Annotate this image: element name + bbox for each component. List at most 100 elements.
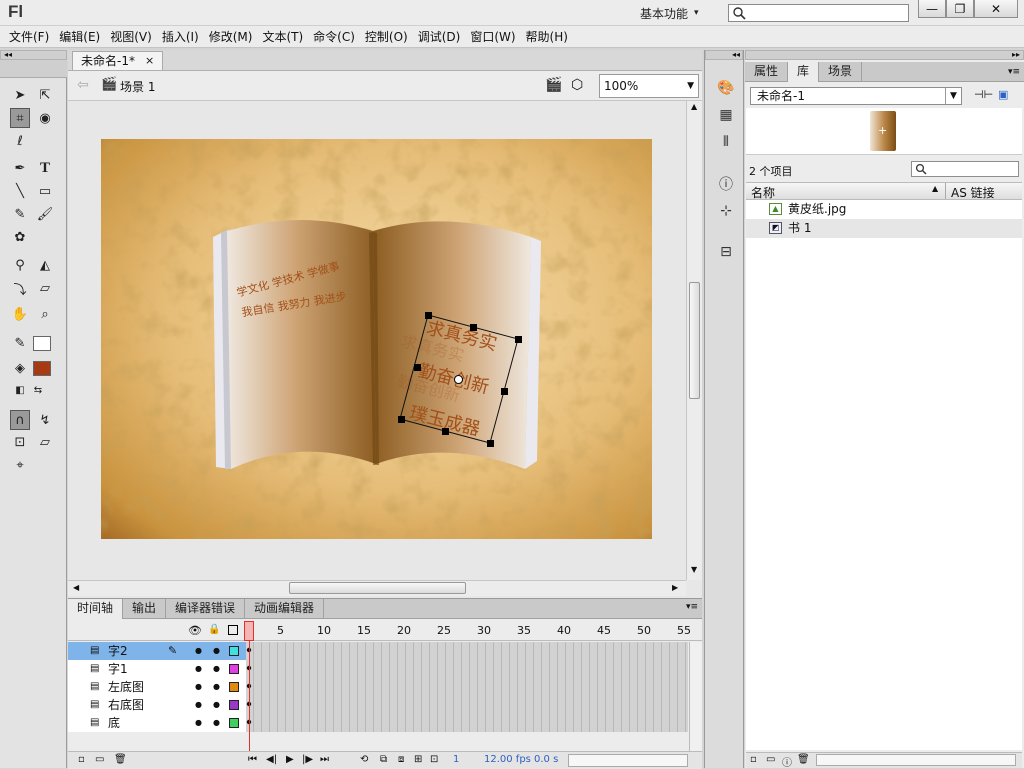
text-tool-icon[interactable]: T bbox=[35, 158, 55, 178]
visibility-dot[interactable]: ● bbox=[195, 696, 202, 714]
new-folder-icon[interactable]: ▭ bbox=[766, 754, 775, 765]
properties-icon[interactable]: ⓘ bbox=[782, 754, 792, 769]
scroll-down-icon[interactable]: ▼ bbox=[691, 565, 697, 574]
rotate-skew-icon[interactable]: ⊡ bbox=[10, 432, 30, 452]
info-panel-icon[interactable]: ⓘ bbox=[716, 174, 736, 194]
menu-item-0[interactable]: 文件(F) bbox=[4, 26, 54, 48]
new-symbol-icon[interactable]: ▫ bbox=[750, 754, 757, 765]
layer-name[interactable]: 字2 bbox=[108, 642, 128, 660]
snap-to-objects-icon[interactable]: ∩ bbox=[10, 410, 30, 430]
visibility-dot[interactable]: ● bbox=[195, 660, 202, 678]
outline-icon[interactable] bbox=[228, 625, 238, 635]
scroll-right-icon[interactable]: ▶ bbox=[672, 583, 678, 592]
document-tab[interactable]: 未命名-1* × bbox=[72, 51, 164, 70]
restore-button[interactable]: ❐ bbox=[946, 0, 974, 18]
library-hscroll[interactable] bbox=[816, 754, 1016, 766]
panel-collapse-strip[interactable]: ▸▸ bbox=[745, 50, 1024, 60]
menu-item-1[interactable]: 编辑(E) bbox=[54, 26, 105, 48]
lock-dot[interactable]: ● bbox=[213, 678, 220, 696]
layer-frames[interactable] bbox=[246, 642, 688, 660]
layer-name[interactable]: 左底图 bbox=[108, 678, 144, 696]
new-folder-icon[interactable]: ▭ bbox=[95, 754, 104, 765]
pen-tool-icon[interactable]: ✒ bbox=[10, 158, 30, 178]
transform-handle-t[interactable] bbox=[470, 324, 477, 331]
panel-tab-1[interactable]: 库 bbox=[788, 61, 820, 82]
timeline-hscroll[interactable] bbox=[568, 754, 688, 767]
library-item[interactable]: ◩ 书 1 bbox=[746, 219, 1022, 238]
panel-menu-icon[interactable]: ▾≡ bbox=[1008, 67, 1020, 77]
paint-bucket-tool-icon[interactable]: ◭ bbox=[35, 255, 55, 275]
visibility-dot[interactable]: ● bbox=[195, 678, 202, 696]
pin-library-icon[interactable]: ⊣⊢ bbox=[974, 88, 993, 101]
layer-frames[interactable] bbox=[246, 660, 688, 678]
components-panel-icon[interactable]: ⊟ bbox=[716, 242, 736, 262]
layer-name[interactable]: 字1 bbox=[108, 660, 128, 678]
timeline-vscroll[interactable] bbox=[689, 642, 702, 752]
free-transform-tool-icon[interactable]: ⌗ bbox=[10, 108, 30, 128]
panel-tab-2[interactable]: 场景 bbox=[819, 61, 863, 82]
transform-handle-l[interactable] bbox=[414, 364, 421, 371]
playhead-marker[interactable] bbox=[244, 621, 254, 641]
last-frame-icon[interactable]: ⏭ bbox=[320, 754, 329, 765]
smooth-icon[interactable]: ↯ bbox=[35, 410, 55, 430]
layer-outline-color[interactable] bbox=[229, 718, 239, 728]
frame-rate[interactable]: 12.00 fps bbox=[484, 754, 531, 765]
lasso-tool-icon[interactable]: ℓ bbox=[10, 131, 30, 151]
transform-handle-bl[interactable] bbox=[398, 416, 405, 423]
subselection-tool-icon[interactable]: ⇱ bbox=[35, 85, 55, 105]
selection-tool-icon[interactable]: ➤ bbox=[10, 85, 30, 105]
scroll-up-icon[interactable]: ▲ bbox=[691, 102, 697, 111]
scale-icon[interactable]: ▱ bbox=[35, 432, 55, 452]
brush-tool-icon[interactable]: 🖌 bbox=[35, 204, 55, 224]
vertical-scroll-thumb[interactable] bbox=[689, 282, 700, 399]
lock-dot[interactable]: ● bbox=[213, 642, 220, 660]
eyedropper-tool-icon[interactable]: ⤵ bbox=[10, 278, 30, 298]
swap-colors-icon[interactable]: ⇆ bbox=[28, 380, 48, 400]
new-layer-icon[interactable]: ▫ bbox=[78, 754, 85, 765]
delete-icon[interactable]: 🗑 bbox=[797, 754, 810, 765]
prev-frame-icon[interactable]: ◀| bbox=[266, 754, 277, 765]
stroke-color-swatch[interactable] bbox=[33, 336, 51, 351]
horizontal-scroll-thumb[interactable] bbox=[289, 582, 466, 594]
lock-dot[interactable]: ● bbox=[213, 714, 220, 732]
visibility-dot[interactable]: ● bbox=[195, 714, 202, 732]
minimize-button[interactable]: — bbox=[918, 0, 946, 18]
dock-collapse-strip[interactable]: ◂◂ bbox=[705, 50, 743, 60]
onion-outline-icon[interactable]: ⧈ bbox=[398, 754, 404, 765]
panel-menu-icon[interactable]: ▾≡ bbox=[686, 602, 698, 612]
menu-item-5[interactable]: 文本(T) bbox=[257, 26, 308, 48]
modify-markers-icon[interactable]: ⊡ bbox=[430, 754, 438, 765]
transform-handle-r[interactable] bbox=[501, 388, 508, 395]
layer-name[interactable]: 底 bbox=[108, 714, 120, 732]
layer-frames[interactable] bbox=[246, 696, 688, 714]
first-frame-icon[interactable]: ⏮ bbox=[248, 754, 257, 765]
current-frame[interactable]: 1 bbox=[453, 754, 459, 765]
layer-row[interactable]: ▤ 底 ● ● bbox=[68, 714, 246, 732]
close-icon[interactable]: × bbox=[145, 52, 154, 70]
transform-handle-br[interactable] bbox=[487, 440, 494, 447]
layer-outline-color[interactable] bbox=[229, 700, 239, 710]
tools-collapse-strip[interactable]: ◂◂ bbox=[0, 50, 67, 60]
hand-tool-icon[interactable]: ✋ bbox=[10, 304, 30, 324]
menu-item-3[interactable]: 插入(I) bbox=[157, 26, 204, 48]
loop-icon[interactable]: ⟲ bbox=[360, 754, 368, 765]
scroll-left-icon[interactable]: ◀ bbox=[73, 583, 79, 592]
transform-panel-icon[interactable]: ⊹ bbox=[716, 201, 736, 221]
transform-handle-tl[interactable] bbox=[425, 312, 432, 319]
layer-outline-color[interactable] bbox=[229, 646, 239, 656]
deco-tool-icon[interactable]: ✿ bbox=[10, 227, 30, 247]
menu-item-4[interactable]: 修改(M) bbox=[204, 26, 258, 48]
zoom-select[interactable]: 100% ▼ bbox=[599, 74, 699, 98]
3d-rotation-tool-icon[interactable]: ◉ bbox=[35, 108, 55, 128]
layer-outline-color[interactable] bbox=[229, 664, 239, 674]
transform-handle-tr[interactable] bbox=[515, 336, 522, 343]
back-arrow-icon[interactable]: ⇦ bbox=[77, 77, 89, 93]
library-document-select[interactable]: 未命名-1 ▼ bbox=[750, 87, 962, 105]
stroke-color-icon[interactable]: ✎ bbox=[10, 333, 30, 353]
bone-tool-icon[interactable]: ⚲ bbox=[10, 255, 30, 275]
onion-skin-icon[interactable]: ⧉ bbox=[380, 754, 387, 765]
delete-layer-icon[interactable]: 🗑 bbox=[114, 754, 127, 765]
stage-vertical-scrollbar[interactable]: ▲ ▼ bbox=[686, 101, 702, 580]
layer-frames[interactable] bbox=[246, 714, 688, 732]
help-search-input[interactable] bbox=[728, 4, 909, 22]
